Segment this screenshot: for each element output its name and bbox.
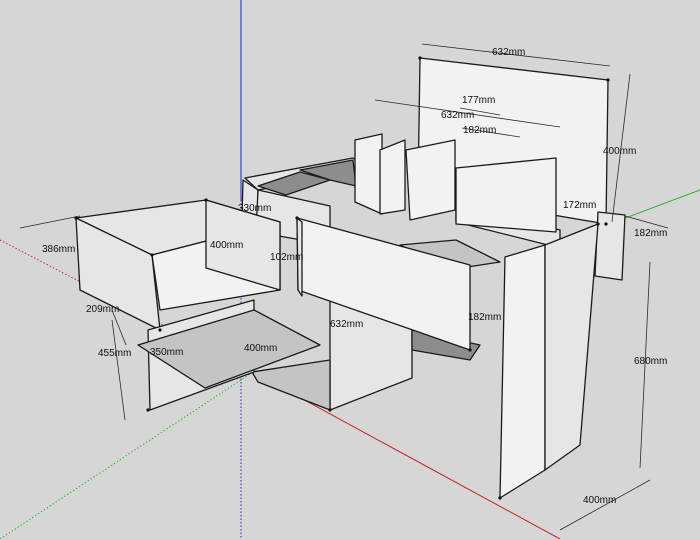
dim-inner-depth: 177mm (462, 95, 495, 106)
dim-front-width: 632mm (330, 319, 363, 330)
dim-base-depth: 400mm (583, 495, 616, 506)
dim-top-back-width: 632mm (492, 47, 525, 58)
dim-left-drawer-height: 209mm (86, 304, 119, 315)
right-side-panel[interactable] (499, 223, 599, 499)
dim-shelf-depth: 350mm (150, 347, 183, 358)
dim-small-gap: 102mm (270, 252, 303, 263)
dim-side-depth-a: 182mm (634, 228, 667, 239)
dim-mid-width: 632mm (441, 110, 474, 121)
dim-left-drawer-depth: 386mm (42, 244, 75, 255)
dim-top-back-height: 400mm (603, 146, 636, 157)
y-axis (619, 189, 700, 221)
dim-lower-height: 455mm (98, 348, 131, 359)
dim-side-depth-b: 172mm (563, 200, 596, 211)
dim-front-height: 182mm (468, 312, 501, 323)
dim-mid-depth: 182mm (463, 125, 496, 136)
dim-shelf-width: 400mm (244, 343, 277, 354)
y-axis-negative (0, 371, 254, 539)
sketchup-viewport[interactable]: 632mm 400mm 177mm 632mm 182mm 182mm 172m… (0, 0, 700, 539)
dim-upper-offset: 330mm (238, 203, 271, 214)
dim-left-drawer-width: 400mm (210, 240, 243, 251)
furniture-model-drawing: 632mm 400mm 177mm 632mm 182mm 182mm 172m… (0, 0, 700, 539)
dim-total-height: 680mm (634, 356, 667, 367)
